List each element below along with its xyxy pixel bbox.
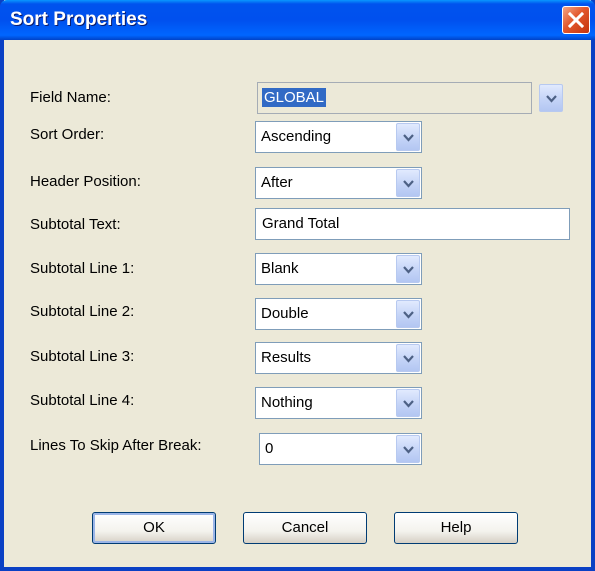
chevron-down-icon — [403, 266, 414, 274]
close-button[interactable] — [562, 6, 590, 34]
lines-to-skip-label: Lines To Skip After Break: — [30, 437, 202, 454]
close-icon — [568, 12, 584, 28]
subtotal-line-2-dropdown-button[interactable] — [396, 300, 420, 328]
subtotal-line-3-label: Subtotal Line 3: — [30, 348, 135, 365]
chevron-down-icon — [403, 180, 414, 188]
subtotal-text-input[interactable]: Grand Total — [255, 208, 570, 240]
subtotal-line-3-value: Results — [261, 349, 312, 366]
window-title: Sort Properties — [10, 9, 148, 30]
title-bar[interactable]: Sort Properties — [0, 0, 595, 40]
chevron-down-icon — [403, 446, 414, 454]
chevron-down-icon — [403, 400, 414, 408]
ok-button[interactable]: OK — [92, 512, 216, 544]
header-position-label: Header Position: — [30, 173, 141, 190]
subtotal-line-4-dropdown-button[interactable] — [396, 389, 420, 417]
subtotal-text-value: Grand Total — [262, 215, 340, 232]
subtotal-line-2-select[interactable]: Double — [255, 298, 422, 330]
subtotal-line-3-dropdown-button[interactable] — [396, 344, 420, 372]
subtotal-line-4-label: Subtotal Line 4: — [30, 392, 135, 409]
chevron-down-icon — [546, 95, 557, 103]
header-position-value: After — [261, 174, 293, 191]
field-name-value[interactable]: GLOBAL — [257, 82, 532, 114]
field-name-dropdown-button[interactable] — [539, 84, 563, 112]
subtotal-line-4-value: Nothing — [261, 394, 313, 411]
sort-order-dropdown-button[interactable] — [396, 123, 420, 151]
subtotal-line-1-select[interactable]: Blank — [255, 253, 422, 285]
subtotal-line-3-select[interactable]: Results — [255, 342, 422, 374]
subtotal-line-4-select[interactable]: Nothing — [255, 387, 422, 419]
header-position-dropdown-button[interactable] — [396, 169, 420, 197]
chevron-down-icon — [403, 134, 414, 142]
subtotal-line-1-dropdown-button[interactable] — [396, 255, 420, 283]
field-name-text: GLOBAL — [262, 88, 327, 107]
subtotal-line-2-value: Double — [261, 305, 309, 322]
lines-to-skip-value: 0 — [265, 440, 274, 457]
lines-to-skip-dropdown-button[interactable] — [396, 435, 420, 463]
subtotal-line-1-value: Blank — [261, 260, 299, 277]
subtotal-text-label: Subtotal Text: — [30, 216, 121, 233]
subtotal-line-2-label: Subtotal Line 2: — [30, 303, 135, 320]
chevron-down-icon — [403, 355, 414, 363]
cancel-button[interactable]: Cancel — [243, 512, 367, 544]
sort-order-label: Sort Order: — [30, 126, 105, 143]
field-name-label: Field Name: — [30, 89, 111, 106]
sort-order-value: Ascending — [261, 128, 332, 145]
help-button[interactable]: Help — [394, 512, 518, 544]
lines-to-skip-select[interactable]: 0 — [259, 433, 422, 465]
sort-order-select[interactable]: Ascending — [255, 121, 422, 153]
subtotal-line-1-label: Subtotal Line 1: — [30, 260, 135, 277]
chevron-down-icon — [403, 311, 414, 319]
header-position-select[interactable]: After — [255, 167, 422, 199]
